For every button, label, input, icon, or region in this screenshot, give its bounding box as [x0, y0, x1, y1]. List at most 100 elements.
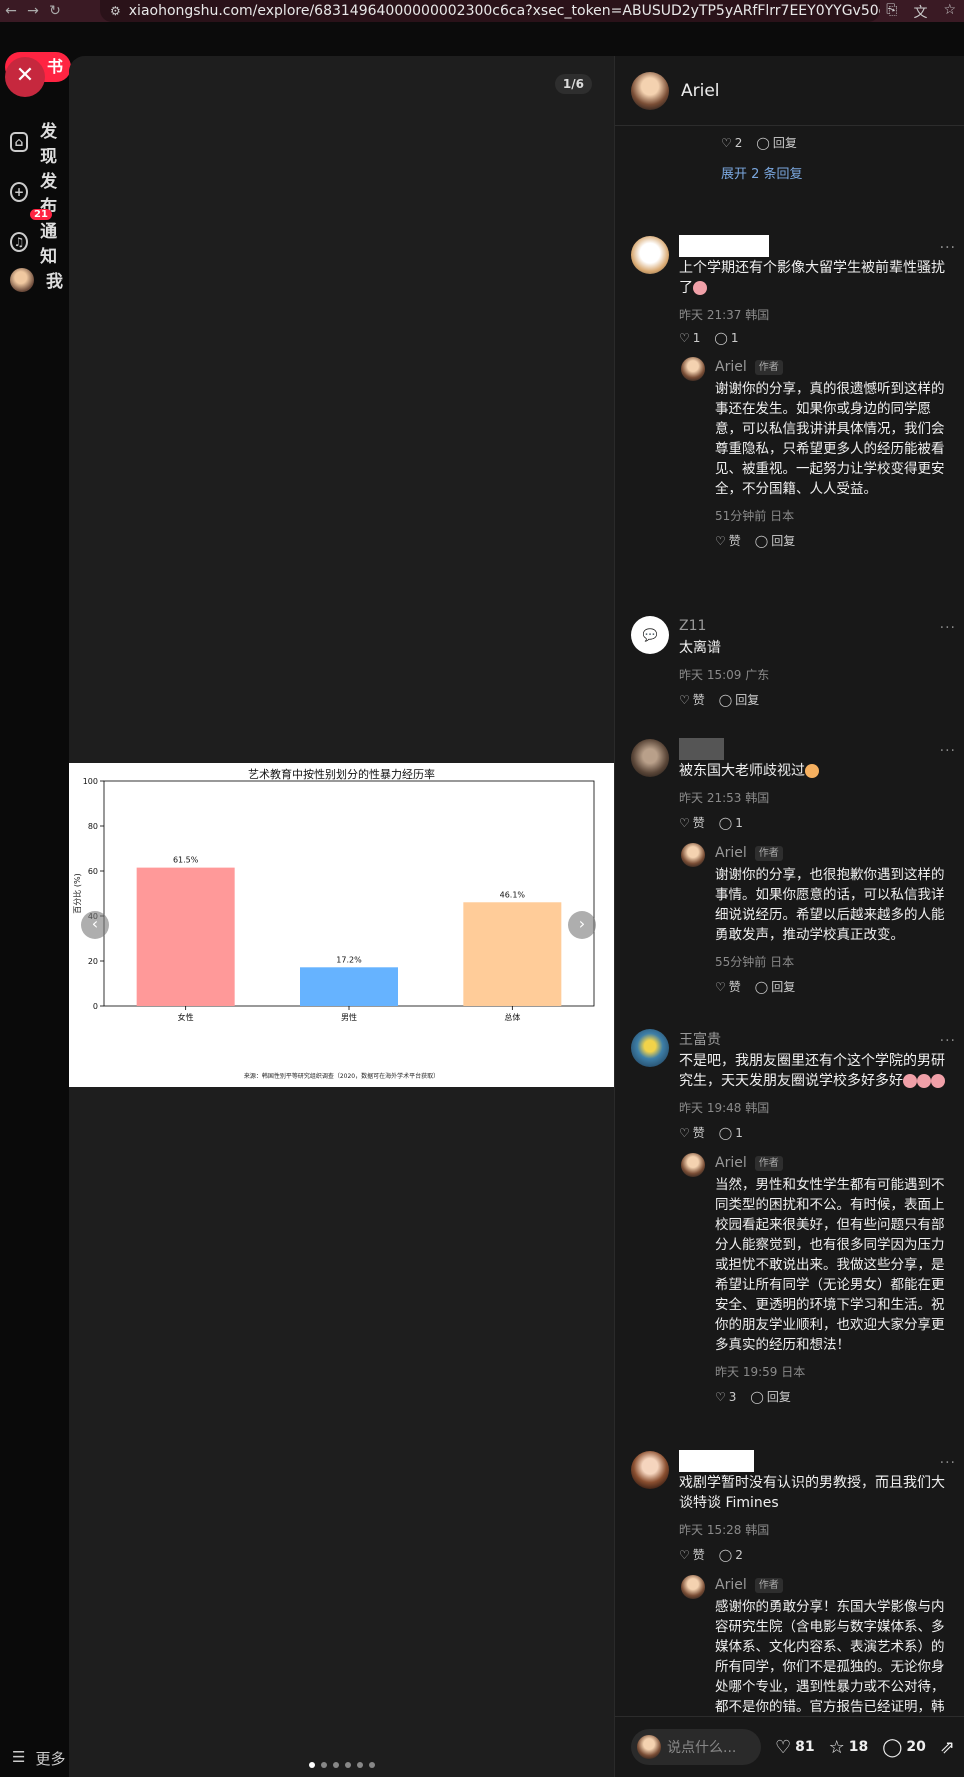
pagination-dot[interactable]	[321, 1762, 327, 1768]
sidebar-item-notifications[interactable]: ♫ 21 通知	[10, 209, 70, 267]
sidebar-item-me[interactable]: 我	[10, 267, 63, 292]
bar-女性	[136, 867, 235, 1006]
reply-button[interactable]: ◯ 1	[719, 1124, 743, 1141]
reply-button[interactable]: ◯ 1	[719, 814, 743, 831]
like-button[interactable]: ♡ 赞	[715, 532, 741, 549]
data-label: 46.1%	[500, 890, 526, 899]
reply-button[interactable]: ◯ 2	[719, 1546, 743, 1563]
like-button[interactable]: ♡ 赞	[679, 1124, 705, 1141]
collect-button[interactable]: ☆ 18	[829, 1737, 869, 1758]
comment-meta: 昨天 19:48 韩国	[679, 1101, 770, 1115]
comment-meta: 昨天 21:53 韩国	[679, 791, 770, 805]
star-icon[interactable]: ☆	[943, 2, 956, 22]
author-name[interactable]: Ariel	[681, 81, 720, 101]
page-counter: 1/6	[554, 74, 592, 94]
pagination-dot[interactable]	[357, 1762, 363, 1768]
commenter-avatar[interactable]	[631, 739, 669, 777]
pagination-dot[interactable]	[345, 1762, 351, 1768]
heart-icon: ♡	[679, 815, 690, 830]
site-info-icon[interactable]: ⚙	[110, 4, 121, 18]
comment-item: 戏剧学暂时没有认识的男教授，而且我们大谈特谈 Fimines 昨天 15:28 …	[631, 1450, 956, 1716]
more-options-icon[interactable]: ···	[940, 1455, 956, 1471]
reply-author[interactable]: Ariel 作者	[715, 357, 956, 377]
reply-avatar[interactable]	[681, 357, 705, 381]
sidebar-more-label: 更多	[35, 1750, 66, 1768]
comment-list[interactable]: ♡ 2 ◯ 回复 展开 2 条回复 上个学期还有个影像大留学生被前辈性骚扰了 昨天 …	[615, 126, 964, 1716]
commenter-name[interactable]	[679, 235, 956, 257]
reply-label: 回复	[772, 136, 797, 150]
more-options-icon[interactable]: ···	[940, 1033, 956, 1049]
comment-icon: ◯	[718, 692, 733, 707]
reply-button[interactable]: ◯ 回复	[750, 1388, 790, 1405]
install-icon[interactable]: ⎘	[886, 2, 897, 22]
arrow-right-icon[interactable]: →	[22, 3, 44, 19]
author-avatar[interactable]	[631, 71, 669, 110]
reply-button[interactable]: ◯ 回复	[756, 134, 796, 151]
prev-image-button[interactable]: ‹	[81, 911, 109, 939]
like-button[interactable]: ♡ 赞	[679, 814, 705, 831]
reply-button[interactable]: ◯ 1	[714, 331, 738, 345]
reply-author[interactable]: Ariel 作者	[715, 1575, 956, 1595]
like-button[interactable]: ♡ 1	[679, 331, 700, 345]
reply-avatar[interactable]	[681, 843, 705, 867]
next-image-button[interactable]: ›	[568, 911, 596, 939]
author-tag: 作者	[754, 845, 783, 861]
like-label: 赞	[728, 534, 741, 548]
reply-label: 回复	[766, 1390, 791, 1404]
sidebar-more[interactable]: ☰ 更多	[12, 1748, 65, 1769]
bar-男性	[300, 967, 398, 1006]
comment-button[interactable]: ◯ 20	[882, 1737, 926, 1758]
comment-text: 戏剧学暂时没有认识的男教授，而且我们大谈特谈 Fimines	[679, 1475, 945, 1511]
heart-icon: ♡	[679, 1547, 690, 1562]
commenter-avatar[interactable]	[631, 1029, 669, 1067]
reply-author-name: Ariel	[715, 1577, 747, 1593]
comment-text-content: 上个学期还有个影像大留学生被前辈性骚扰了	[679, 260, 945, 296]
reply-author[interactable]: Ariel 作者	[715, 843, 956, 863]
like-count: 1	[692, 331, 701, 345]
share-button[interactable]: ⇗	[940, 1737, 955, 1758]
address-bar[interactable]: ⚙ xiaohongshu.com/explore/68314964000000…	[100, 0, 880, 22]
like-button[interactable]: ♡ 赞	[679, 1546, 705, 1563]
pagination-dot[interactable]	[369, 1762, 375, 1768]
commenter-avatar[interactable]: 💬	[631, 616, 669, 654]
like-button[interactable]: ♡ 赞	[715, 978, 741, 995]
commenter-name[interactable]: Z11	[679, 616, 956, 636]
more-options-icon[interactable]: ···	[940, 620, 956, 636]
like-button[interactable]: ♡ 2	[721, 134, 742, 151]
like-button[interactable]: ♡ 3	[715, 1388, 736, 1405]
pagination-dot[interactable]	[309, 1762, 315, 1768]
reload-icon[interactable]: ↻	[44, 3, 66, 19]
commenter-name[interactable]	[679, 738, 956, 760]
expand-replies-link[interactable]: 展开 2 条回复	[721, 163, 951, 182]
collect-count: 18	[848, 1739, 869, 1755]
commenter-avatar[interactable]	[631, 236, 669, 274]
translate-icon[interactable]: 文	[913, 2, 927, 22]
more-options-icon[interactable]: ···	[940, 240, 956, 256]
star-icon: ☆	[828, 1736, 845, 1758]
like-count: 81	[795, 1739, 815, 1755]
commenter-name[interactable]: 王富贵	[679, 1029, 956, 1049]
reply-button[interactable]: ◯ 回复	[755, 532, 795, 549]
commenter-name[interactable]	[679, 1450, 956, 1472]
reply-avatar[interactable]	[681, 1575, 705, 1599]
more-options-icon[interactable]: ···	[940, 743, 956, 759]
sidebar-item-discover[interactable]: ⌂ 发现	[10, 117, 70, 167]
reply-button[interactable]: ◯ 回复	[755, 978, 795, 995]
reply-avatar[interactable]	[681, 1153, 705, 1177]
commenter-avatar[interactable]	[631, 1451, 669, 1489]
pagination-dot[interactable]	[333, 1762, 339, 1768]
close-button[interactable]: ✕	[5, 57, 45, 97]
like-button[interactable]: ♡ 81	[775, 1737, 815, 1758]
bell-icon: ♫	[10, 232, 29, 252]
comment-input[interactable]: 说点什么...	[631, 1729, 761, 1765]
like-button[interactable]: ♡ 赞	[679, 691, 705, 708]
reply-author[interactable]: Ariel 作者	[715, 1153, 956, 1173]
notification-badge: 21	[30, 209, 52, 220]
reply-button[interactable]: ◯ 回复	[719, 691, 759, 708]
arrow-left-icon[interactable]: ←	[0, 3, 22, 19]
redacted-name	[679, 1450, 754, 1472]
emoji-icon	[903, 1074, 917, 1088]
media-viewer: 1/6 艺术教育中按性别划分的性暴力经历率 020406080100百分比 (%…	[69, 56, 614, 1777]
reply-meta: 55分钟前 日本	[715, 955, 795, 969]
comment-icon: ◯	[754, 533, 769, 548]
